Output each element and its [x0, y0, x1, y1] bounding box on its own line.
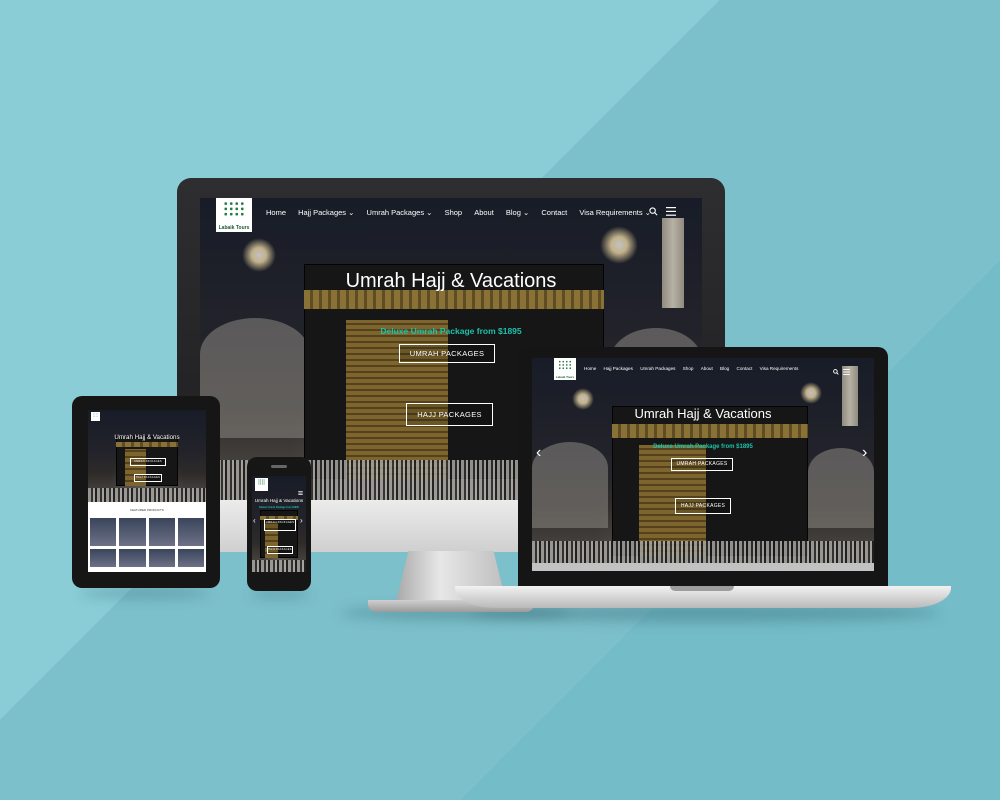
nav-about[interactable]: About: [474, 208, 494, 217]
nav-hajj-packages[interactable]: Hajj Packages ⌄: [298, 208, 354, 217]
product-card[interactable]: [119, 549, 146, 567]
hero-subtitle: Deluxe Umrah Package from $1895: [259, 506, 299, 509]
nav-hajj-label: Hajj Packages: [298, 208, 347, 217]
product-card[interactable]: [148, 549, 175, 567]
nav-home[interactable]: Home: [584, 366, 596, 371]
site-logo[interactable]: [255, 478, 268, 491]
featured-products-heading: FEATURED PRODUCTS: [130, 508, 164, 512]
nav-umrah-packages[interactable]: Umrah Packages: [640, 366, 675, 371]
logo-mark: [558, 360, 572, 371]
product-grid: [90, 518, 204, 567]
chevron-down-icon: ⌄: [348, 208, 355, 217]
product-card[interactable]: [177, 518, 204, 546]
product-card[interactable]: [148, 518, 175, 546]
phone-speaker: [271, 465, 287, 468]
logo-mark: [257, 479, 266, 486]
search-icon[interactable]: [833, 362, 839, 380]
nav-blog[interactable]: Blog ⌄: [506, 208, 529, 217]
hero-subtitle: Deluxe Umrah Package from $1895: [380, 326, 522, 336]
nav-blog-label: Blog: [505, 208, 521, 217]
product-card[interactable]: [90, 518, 117, 546]
search-icon[interactable]: [649, 203, 658, 216]
chevron-down-icon: ⌄: [426, 208, 433, 217]
logo-mark: [223, 201, 245, 217]
hamburger-menu-icon[interactable]: [843, 362, 850, 380]
hajj-packages-button[interactable]: HAJJ PACKAGES: [267, 546, 293, 554]
nav-blog[interactable]: Blog: [720, 366, 729, 371]
umrah-packages-button[interactable]: UMRAH PACKAGES: [399, 344, 495, 363]
main-nav: Home Hajj Packages ⌄ Umrah Packages ⌄ Sh…: [266, 208, 651, 217]
nav-shop[interactable]: Shop: [445, 208, 463, 217]
site-logo[interactable]: [91, 412, 100, 421]
tablet-screen: Umrah Hajj & Vacations UMRAH PACKAGES HA…: [88, 410, 206, 572]
site-logo[interactable]: Labaik Tours: [554, 358, 576, 380]
chevron-down-icon: ⌄: [523, 208, 530, 217]
hajj-packages-button[interactable]: HAJJ PACKAGES: [675, 498, 731, 514]
umrah-packages-button[interactable]: UMRAH PACKAGES: [264, 519, 296, 531]
nav-hajj-packages[interactable]: Hajj Packages: [604, 366, 633, 371]
hamburger-menu-icon[interactable]: [666, 203, 676, 216]
chevron-right-icon[interactable]: ›: [300, 516, 303, 525]
umrah-packages-button[interactable]: UMRAH PACKAGES: [130, 458, 166, 466]
logo-text: Labaik Tours: [555, 375, 575, 380]
main-nav: Home Hajj Packages Umrah Packages Shop A…: [584, 366, 798, 371]
laptop-notch: [670, 586, 734, 591]
tablet-shadow: [80, 588, 210, 598]
hero-title: Umrah Hajj & Vacations: [634, 406, 772, 421]
nav-contact[interactable]: Contact: [541, 208, 567, 217]
nav-visa-requirements[interactable]: Visa Requirements ⌄: [579, 208, 651, 217]
logo-mark: [92, 412, 99, 417]
hajj-packages-button[interactable]: HAJJ PACKAGES: [134, 474, 162, 482]
laptop-screen: Labaik Tours Home Hajj Packages Umrah Pa…: [532, 358, 874, 571]
nav-umrah-packages[interactable]: Umrah Packages ⌄: [367, 208, 433, 217]
product-card[interactable]: [90, 549, 117, 567]
nav-about[interactable]: About: [701, 366, 713, 371]
nav-visa-requirements[interactable]: Visa Requirements: [760, 366, 799, 371]
site-logo[interactable]: Labaik Tours: [216, 198, 252, 232]
hero-title: Umrah Hajj & Vacations: [345, 270, 557, 292]
hero-overlay: [88, 410, 206, 502]
hero-title: Umrah Hajj & Vacations: [114, 434, 180, 441]
nav-shop[interactable]: Shop: [683, 366, 694, 371]
nav-contact[interactable]: Contact: [737, 366, 753, 371]
product-card[interactable]: [177, 549, 204, 567]
chevron-left-icon[interactable]: ‹: [253, 516, 256, 525]
umrah-packages-button[interactable]: UMRAH PACKAGES: [671, 458, 733, 471]
hajj-packages-button[interactable]: HAJJ PACKAGES: [406, 403, 493, 426]
product-card[interactable]: [119, 518, 146, 546]
logo-text: Labaik Tours: [218, 224, 250, 231]
nav-umrah-label: Umrah Packages: [366, 208, 425, 217]
phone-shadow: [250, 590, 310, 598]
tablet-hero: Umrah Hajj & Vacations UMRAH PACKAGES HA…: [88, 410, 206, 502]
hero-subtitle: Deluxe Umrah Package from $1895: [653, 444, 753, 450]
nav-visa-label: Visa Requirements: [579, 208, 643, 217]
phone-screen: Umrah Hajj & Vacations Deluxe Umrah Pack…: [252, 476, 306, 572]
hero-title: Umrah Hajj & Vacations: [254, 498, 304, 503]
nav-home[interactable]: Home: [266, 208, 286, 217]
